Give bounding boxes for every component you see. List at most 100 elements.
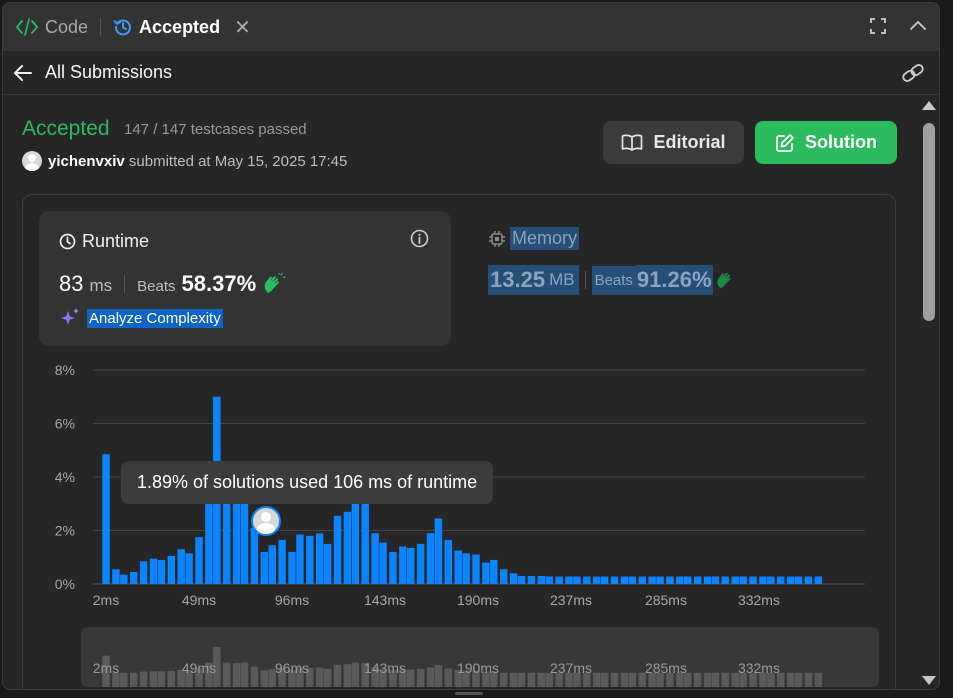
- overview-tick-label: 332ms: [738, 660, 780, 676]
- solution-button[interactable]: Solution: [755, 121, 897, 164]
- tab-code-label: Code: [45, 16, 89, 37]
- overview-bar: [434, 665, 443, 687]
- overview-bar: [517, 672, 526, 687]
- close-icon[interactable]: ✕: [234, 15, 251, 40]
- vertical-scrollbar[interactable]: [918, 95, 939, 689]
- chart-bar: [371, 533, 379, 584]
- x-tick-label: 237ms: [550, 592, 592, 608]
- overview-bar: [628, 672, 637, 687]
- fullscreen-icon[interactable]: [869, 17, 887, 35]
- overview-tick-label: 143ms: [364, 660, 406, 676]
- chart-bar: [593, 576, 601, 584]
- chart-bar: [767, 576, 775, 584]
- chart-bar: [711, 576, 720, 584]
- x-tick-label: 285ms: [645, 592, 687, 608]
- chart-bar: [610, 576, 619, 584]
- overview-bar: [600, 672, 609, 687]
- overview-bar: [323, 669, 332, 687]
- chart-bar: [444, 539, 453, 584]
- editorial-button[interactable]: Editorial: [603, 121, 744, 164]
- chart-bar: [333, 515, 342, 584]
- overview-bar: [426, 667, 435, 687]
- overview-bar: [527, 672, 536, 687]
- overview-bar: [149, 671, 158, 687]
- chart-bar: [656, 576, 664, 584]
- avatar[interactable]: [22, 151, 42, 171]
- chart-bar: [205, 501, 213, 584]
- overview-chart: 2ms 49ms 96ms 143ms 190ms 237ms 285ms 332ms: [93, 647, 823, 687]
- overview-bar: [222, 662, 231, 687]
- overview-bar: [794, 672, 803, 687]
- overview-bar: [500, 672, 508, 687]
- overview-bar: [139, 671, 148, 687]
- tab-bar-controls: [869, 17, 927, 35]
- my-submission-marker[interactable]: [251, 506, 281, 536]
- runtime-distribution-chart[interactable]: 0% 2% 4% 6% 8% 2ms 49ms 96ms 143ms 190ms 237ms 285m…: [23, 195, 897, 625]
- x-tick-label: 96ms: [275, 592, 309, 608]
- chart-bar: [794, 576, 803, 584]
- chart-bar: [583, 576, 591, 584]
- chart-bar: [731, 576, 739, 584]
- y-tick-label: 6%: [55, 416, 75, 432]
- chevron-up-icon[interactable]: [909, 17, 927, 35]
- overview-bar: [593, 672, 601, 687]
- overview-bar: [120, 672, 128, 687]
- editorial-label: Editorial: [653, 132, 726, 152]
- chart-bar: [482, 562, 490, 584]
- scroll-up-arrow[interactable]: [922, 101, 936, 110]
- overview-bar: [509, 672, 518, 687]
- tab-bar: Code Accepted ✕: [3, 3, 939, 51]
- chart-bar: [555, 576, 563, 584]
- chart-bar: [739, 576, 747, 584]
- chart-bar: [537, 575, 546, 584]
- chart-bar: [814, 576, 823, 584]
- submission-content: Accepted 147 / 147 testcases passed yich…: [3, 95, 915, 689]
- x-tick-label: 332ms: [738, 592, 780, 608]
- chart-tooltip: 1.89% of solutions used 106 ms of runtim…: [121, 461, 494, 504]
- chart-overview-scrubber[interactable]: 2ms 49ms 96ms 143ms 190ms 237ms 285ms 332ms: [81, 627, 879, 687]
- tab-code[interactable]: Code: [15, 17, 88, 38]
- tab-accepted-label: Accepted: [139, 16, 221, 37]
- arrow-left-icon[interactable]: [13, 64, 33, 82]
- chart-bar: [389, 551, 397, 584]
- chart-bar: [472, 554, 480, 584]
- chart-bar: [462, 553, 470, 584]
- x-tick-label: 190ms: [457, 592, 499, 608]
- chart-bar: [666, 576, 674, 584]
- username-link[interactable]: yichenvxiv: [48, 153, 125, 170]
- overview-bar: [129, 672, 138, 687]
- y-tick-label: 8%: [55, 362, 75, 378]
- scroll-down-arrow[interactable]: [922, 676, 936, 685]
- all-submissions-link[interactable]: All Submissions: [45, 62, 172, 83]
- resize-handle[interactable]: [455, 692, 483, 695]
- overview-bar: [786, 672, 795, 687]
- chart-bar: [684, 576, 692, 584]
- overview-tick-label: 96ms: [275, 660, 309, 676]
- chart-bar: [648, 576, 656, 584]
- scroll-thumb[interactable]: [923, 123, 935, 321]
- overview-bar: [167, 670, 176, 687]
- link-icon[interactable]: [901, 63, 925, 83]
- overview-bar: [444, 668, 453, 687]
- chart-bar: [399, 546, 407, 584]
- chart-bar: [315, 533, 324, 584]
- chart-bar: [232, 503, 241, 584]
- tab-accepted[interactable]: Accepted ✕: [113, 15, 251, 40]
- chart-bar: [222, 501, 231, 584]
- overview-bar: [703, 672, 712, 687]
- chart-bar: [195, 537, 203, 584]
- chart-bar: [407, 547, 415, 584]
- chart-bar: [500, 569, 508, 584]
- chart-bar: [628, 576, 637, 584]
- overview-bar: [407, 669, 415, 687]
- chart-bar: [454, 550, 462, 584]
- chart-bar: [157, 559, 166, 584]
- chart-bar: [250, 527, 259, 584]
- overview-bar: [250, 666, 259, 687]
- overview-bar: [693, 672, 702, 687]
- chart-bar: [112, 569, 120, 584]
- submission-header: All Submissions: [3, 51, 939, 95]
- overview-bar: [610, 672, 619, 687]
- x-tick-label: 2ms: [93, 592, 119, 608]
- chart-bar: [676, 576, 684, 584]
